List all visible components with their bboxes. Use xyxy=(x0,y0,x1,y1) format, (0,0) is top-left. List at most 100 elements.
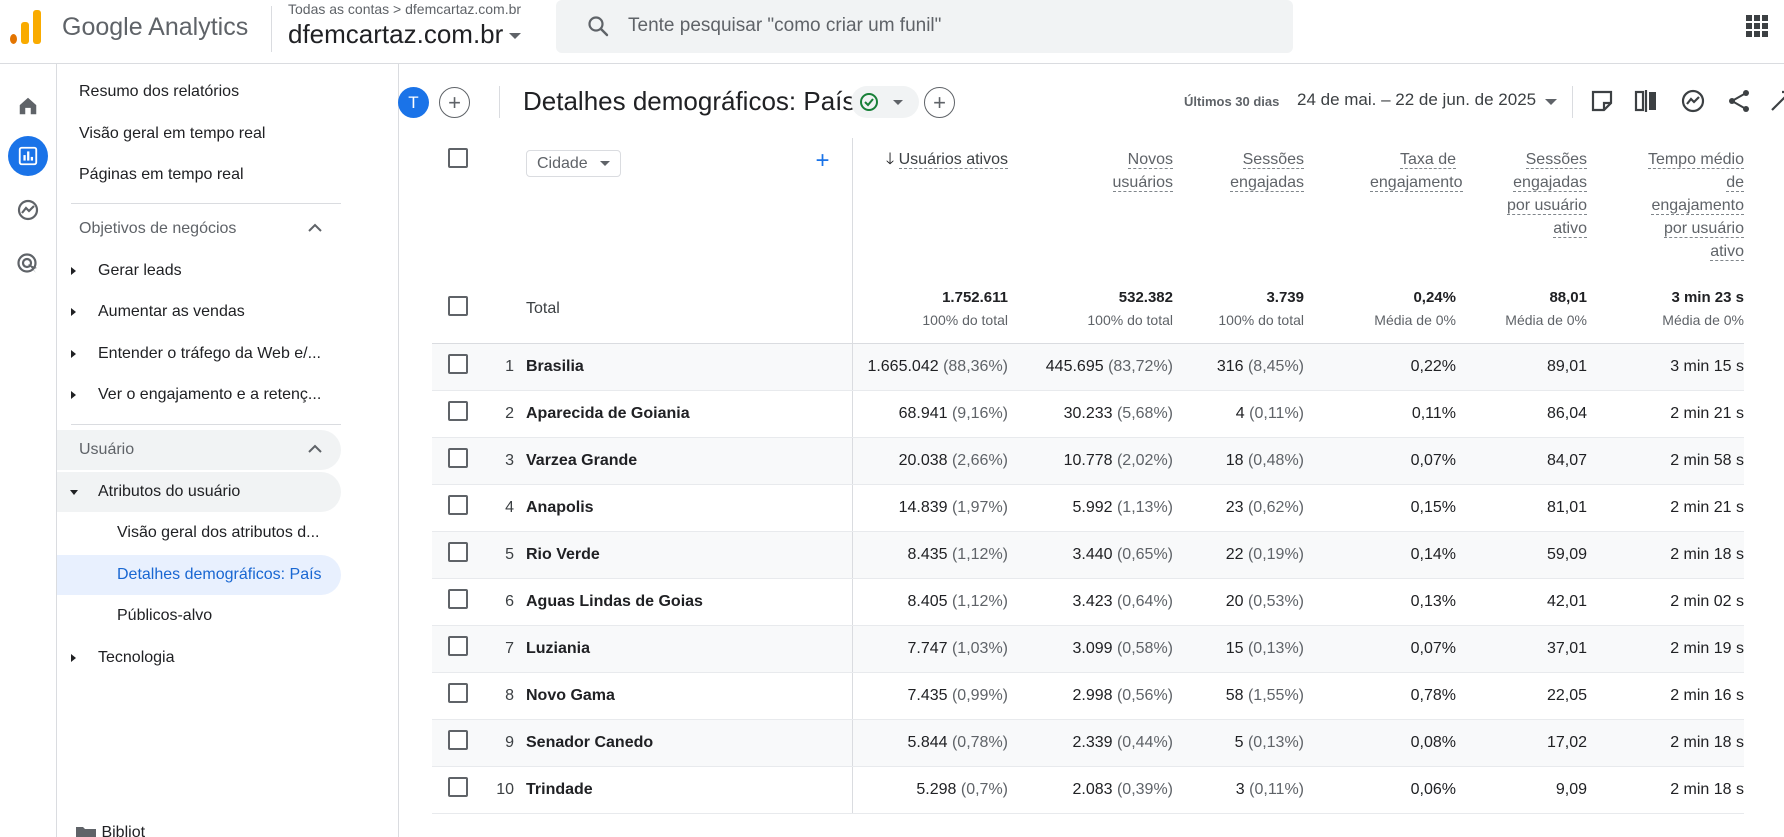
home-icon[interactable] xyxy=(8,86,48,126)
nav-section-objetivos[interactable]: Objetivos de negócios xyxy=(57,209,341,249)
new-users-cell: 5.992 (1,13%) xyxy=(1018,484,1183,532)
caret-down-icon xyxy=(509,33,522,40)
city-name[interactable]: Anapolis xyxy=(526,484,853,532)
add-card-button[interactable]: + xyxy=(924,87,955,118)
nav-detalhes-pais[interactable]: Detalhes demográficos: País xyxy=(57,555,341,595)
row-checkbox[interactable] xyxy=(448,354,468,374)
dimension-selector[interactable]: Cidade xyxy=(526,150,621,177)
select-all-checkbox[interactable] xyxy=(448,148,468,168)
value: 3.423 xyxy=(1072,592,1113,610)
nav-section-usuario[interactable]: Usuário xyxy=(57,430,341,470)
table-row: 6 Aguas Lindas de Goias 8.405 (1,12%) 3.… xyxy=(432,578,1744,626)
engaged-sessions-cell: 316 (8,45%) xyxy=(1183,343,1314,391)
nav-tecnologia[interactable]: Tecnologia xyxy=(57,638,341,678)
share-icon[interactable] xyxy=(1726,88,1752,114)
row-checkbox[interactable] xyxy=(448,296,468,317)
date-range-picker[interactable]: 24 de mai. – 22 de jun. de 2025 xyxy=(1297,90,1536,110)
row-checkbox-cell xyxy=(432,672,484,720)
apps-grid-icon[interactable] xyxy=(1746,15,1768,37)
row-checkbox[interactable] xyxy=(448,542,468,562)
city-name[interactable]: Aparecida de Goiania xyxy=(526,390,853,438)
column-header-sessoes-engajadas[interactable]: Sessões engajadas xyxy=(1183,138,1314,275)
nav-resumo-relatorios[interactable]: Resumo dos relatórios xyxy=(57,72,341,112)
row-checkbox[interactable] xyxy=(448,636,468,656)
caret-down-icon[interactable] xyxy=(1545,99,1557,105)
nav-biblioteca[interactable]: Bibliot xyxy=(75,824,145,837)
nav-publicos-alvo[interactable]: Públicos-alvo xyxy=(57,596,341,636)
search-bar[interactable] xyxy=(556,0,1293,53)
row-checkbox-cell xyxy=(432,531,484,579)
column-header-tempo-medio[interactable]: Tempo médio de engajamento por usuário a… xyxy=(1597,138,1744,275)
sessions-per-user-cell: 84,07 xyxy=(1466,437,1597,485)
edit-report-icon[interactable] xyxy=(1589,88,1615,114)
date-range-label: Últimos 30 dias xyxy=(1184,94,1280,109)
nav-gerar-leads[interactable]: Gerar leads xyxy=(57,251,341,291)
search-icon xyxy=(588,16,609,37)
city-name[interactable]: Senador Canedo xyxy=(526,719,853,767)
nav-aumentar-vendas[interactable]: Aumentar as vendas xyxy=(57,292,341,332)
compare-icon[interactable] xyxy=(1633,88,1659,114)
new-users-cell: 445.695 (83,72%) xyxy=(1018,343,1183,391)
add-dimension-button[interactable]: + xyxy=(815,149,829,173)
row-checkbox[interactable] xyxy=(448,589,468,609)
active-users-cell: 14.839 (1,97%) xyxy=(852,484,1018,532)
add-comparison-button[interactable]: + xyxy=(439,87,470,118)
row-checkbox[interactable] xyxy=(448,777,468,797)
dimension-label: Cidade xyxy=(537,154,588,172)
nav-atributos-usuario[interactable]: Atributos do usuário xyxy=(57,472,341,512)
city-name[interactable]: Varzea Grande xyxy=(526,437,853,485)
caret-down-icon xyxy=(599,161,610,166)
comparison-avatar[interactable]: T xyxy=(398,87,429,118)
nav-paginas-tempo-real[interactable]: Páginas em tempo real xyxy=(57,155,341,195)
nav-visao-tempo-real[interactable]: Visão geral em tempo real xyxy=(57,114,341,154)
city-name[interactable]: Aguas Lindas de Goias xyxy=(526,578,853,626)
total-value: 532.382 xyxy=(1118,289,1173,307)
value: 3.099 xyxy=(1072,639,1113,657)
advertising-icon[interactable] xyxy=(8,244,48,284)
active-users-cell: 7.435 (0,99%) xyxy=(852,672,1018,720)
value: 316 xyxy=(1216,357,1244,375)
nav-entender-trafego[interactable]: Entender o tráfego da Web e/... xyxy=(57,334,341,374)
divider xyxy=(499,86,500,118)
engagement-rate-cell: 0,13% xyxy=(1314,578,1466,626)
column-header-taxa-engajamento[interactable]: Taxa de engajamento xyxy=(1314,138,1466,275)
header-idx-cell xyxy=(484,138,526,275)
avg-engagement-time-cell: 2 min 18 s xyxy=(1597,719,1744,767)
column-header-sessoes-por-usuario[interactable]: Sessões engajadas por usuário ativo xyxy=(1466,138,1597,275)
city-name[interactable]: Brasilia xyxy=(526,343,853,391)
row-checkbox[interactable] xyxy=(448,495,468,515)
nav-ver-engajamento[interactable]: Ver o engajamento e a retenç... xyxy=(57,375,341,415)
property-selector[interactable]: dfemcartaz.com.br xyxy=(288,19,522,50)
row-checkbox[interactable] xyxy=(448,401,468,421)
row-checkbox[interactable] xyxy=(448,730,468,750)
active-users-cell: 5.844 (0,78%) xyxy=(852,719,1018,767)
left-rail xyxy=(0,64,57,837)
insights-icon[interactable] xyxy=(1680,88,1706,114)
column-header-novos-usuarios[interactable]: Novos usuários xyxy=(1018,138,1183,275)
account-breadcrumb[interactable]: Todas as contas > dfemcartaz.com.br xyxy=(288,1,521,17)
percent: (0,62%) xyxy=(1247,498,1304,516)
explore-icon[interactable] xyxy=(8,190,48,230)
nav-visao-atributos[interactable]: Visão geral dos atributos d... xyxy=(57,513,341,553)
brand-name[interactable]: Google Analytics xyxy=(62,13,248,42)
reports-icon[interactable] xyxy=(8,136,48,176)
city-name[interactable]: Rio Verde xyxy=(526,531,853,579)
percent: (0,13%) xyxy=(1247,733,1304,751)
engagement-rate-cell: 0,07% xyxy=(1314,437,1466,485)
row-checkbox[interactable] xyxy=(448,448,468,468)
engagement-rate-cell: 0,11% xyxy=(1314,390,1466,438)
row-checkbox-cell xyxy=(432,437,484,485)
engaged-sessions-cell: 22 (0,19%) xyxy=(1183,531,1314,579)
city-name[interactable]: Novo Gama xyxy=(526,672,853,720)
total-sub: Média de 0% xyxy=(1505,312,1587,329)
column-header-usuarios-ativos[interactable]: 🡓 Usuários ativos xyxy=(852,138,1018,275)
city-name[interactable]: Luziania xyxy=(526,625,853,673)
report-status-button[interactable] xyxy=(851,86,919,118)
expand-icon[interactable] xyxy=(1768,88,1784,114)
row-checkbox[interactable] xyxy=(448,683,468,703)
nav-label: Bibliot xyxy=(101,824,146,837)
city-name[interactable]: Trindade xyxy=(526,766,853,814)
analytics-logo-icon[interactable] xyxy=(8,8,42,44)
search-input[interactable] xyxy=(628,10,1268,42)
sessions-per-user-cell: 17,02 xyxy=(1466,719,1597,767)
